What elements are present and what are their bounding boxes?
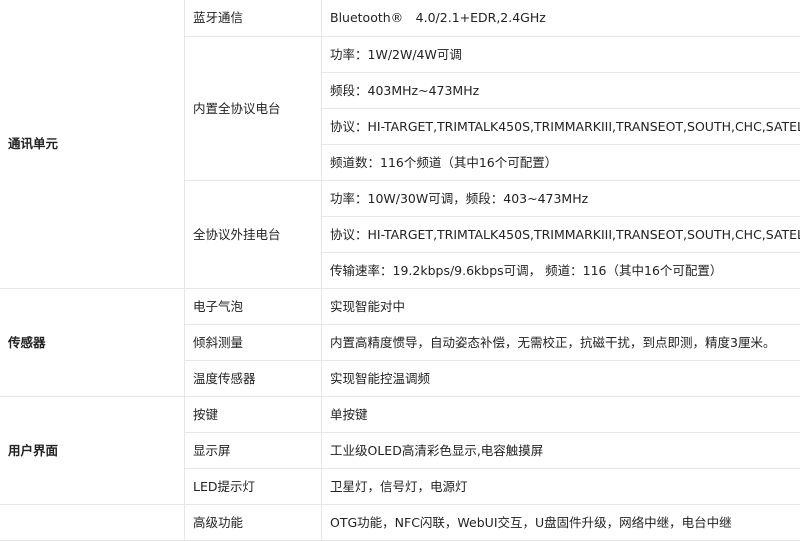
subcategory-cell: 显示屏 (185, 432, 322, 468)
subcategory-cell: 高级功能 (185, 504, 322, 540)
value-cell: 实现智能控温调频 (322, 360, 800, 396)
value-cell: 频道数：116个频道（其中16个可配置） (322, 144, 800, 180)
category-cell (0, 504, 185, 540)
value-cell: OTG功能，NFC闪联，WebUI交互，U盘固件升级，网络中继，电台中继 (322, 504, 800, 540)
subcategory-cell: LED提示灯 (185, 468, 322, 504)
subcategory-cell: 内置全协议电台 (185, 36, 322, 180)
table-row: 通讯单元 蓝牙通信 Bluetooth® 4.0/2.1+EDR,2.4GHz (0, 0, 800, 36)
subcategory-cell: 电子气泡 (185, 288, 322, 324)
subcategory-cell: 温度传感器 (185, 360, 322, 396)
subcategory-cell: 蓝牙通信 (185, 0, 322, 36)
value-cell: 功率：10W/30W可调，频段：403~473MHz (322, 180, 800, 216)
table-row: 传感器 电子气泡 实现智能对中 (0, 288, 800, 324)
category-cell: 传感器 (0, 288, 185, 396)
subcategory-cell: 按键 (185, 396, 322, 432)
table-row: 用户界面 按键 单按键 (0, 396, 800, 432)
value-cell: 功率：1W/2W/4W可调 (322, 36, 800, 72)
value-cell: 频段：403MHz~473MHz (322, 72, 800, 108)
spec-table: 通讯单元 蓝牙通信 Bluetooth® 4.0/2.1+EDR,2.4GHz … (0, 0, 800, 541)
value-cell: 工业级OLED高清彩色显示,电容触摸屏 (322, 432, 800, 468)
subcategory-cell: 倾斜测量 (185, 324, 322, 360)
table-row: 高级功能 OTG功能，NFC闪联，WebUI交互，U盘固件升级，网络中继，电台中… (0, 504, 800, 540)
value-cell: Bluetooth® 4.0/2.1+EDR,2.4GHz (322, 0, 800, 36)
value-cell: 协议：HI-TARGET,TRIMTALK450S,TRIMMARKIII,TR… (322, 108, 800, 144)
category-cell: 通讯单元 (0, 0, 185, 288)
value-cell: 实现智能对中 (322, 288, 800, 324)
value-cell: 卫星灯，信号灯，电源灯 (322, 468, 800, 504)
category-cell: 用户界面 (0, 396, 185, 504)
value-cell: 内置高精度惯导，自动姿态补偿，无需校正，抗磁干扰，到点即测，精度3厘米。 (322, 324, 800, 360)
value-cell: 单按键 (322, 396, 800, 432)
value-cell: 传输速率：19.2kbps/9.6kbps可调， 频道：116（其中16个可配置… (322, 252, 800, 288)
value-cell: 协议：HI-TARGET,TRIMTALK450S,TRIMMARKIII,TR… (322, 216, 800, 252)
subcategory-cell: 全协议外挂电台 (185, 180, 322, 288)
